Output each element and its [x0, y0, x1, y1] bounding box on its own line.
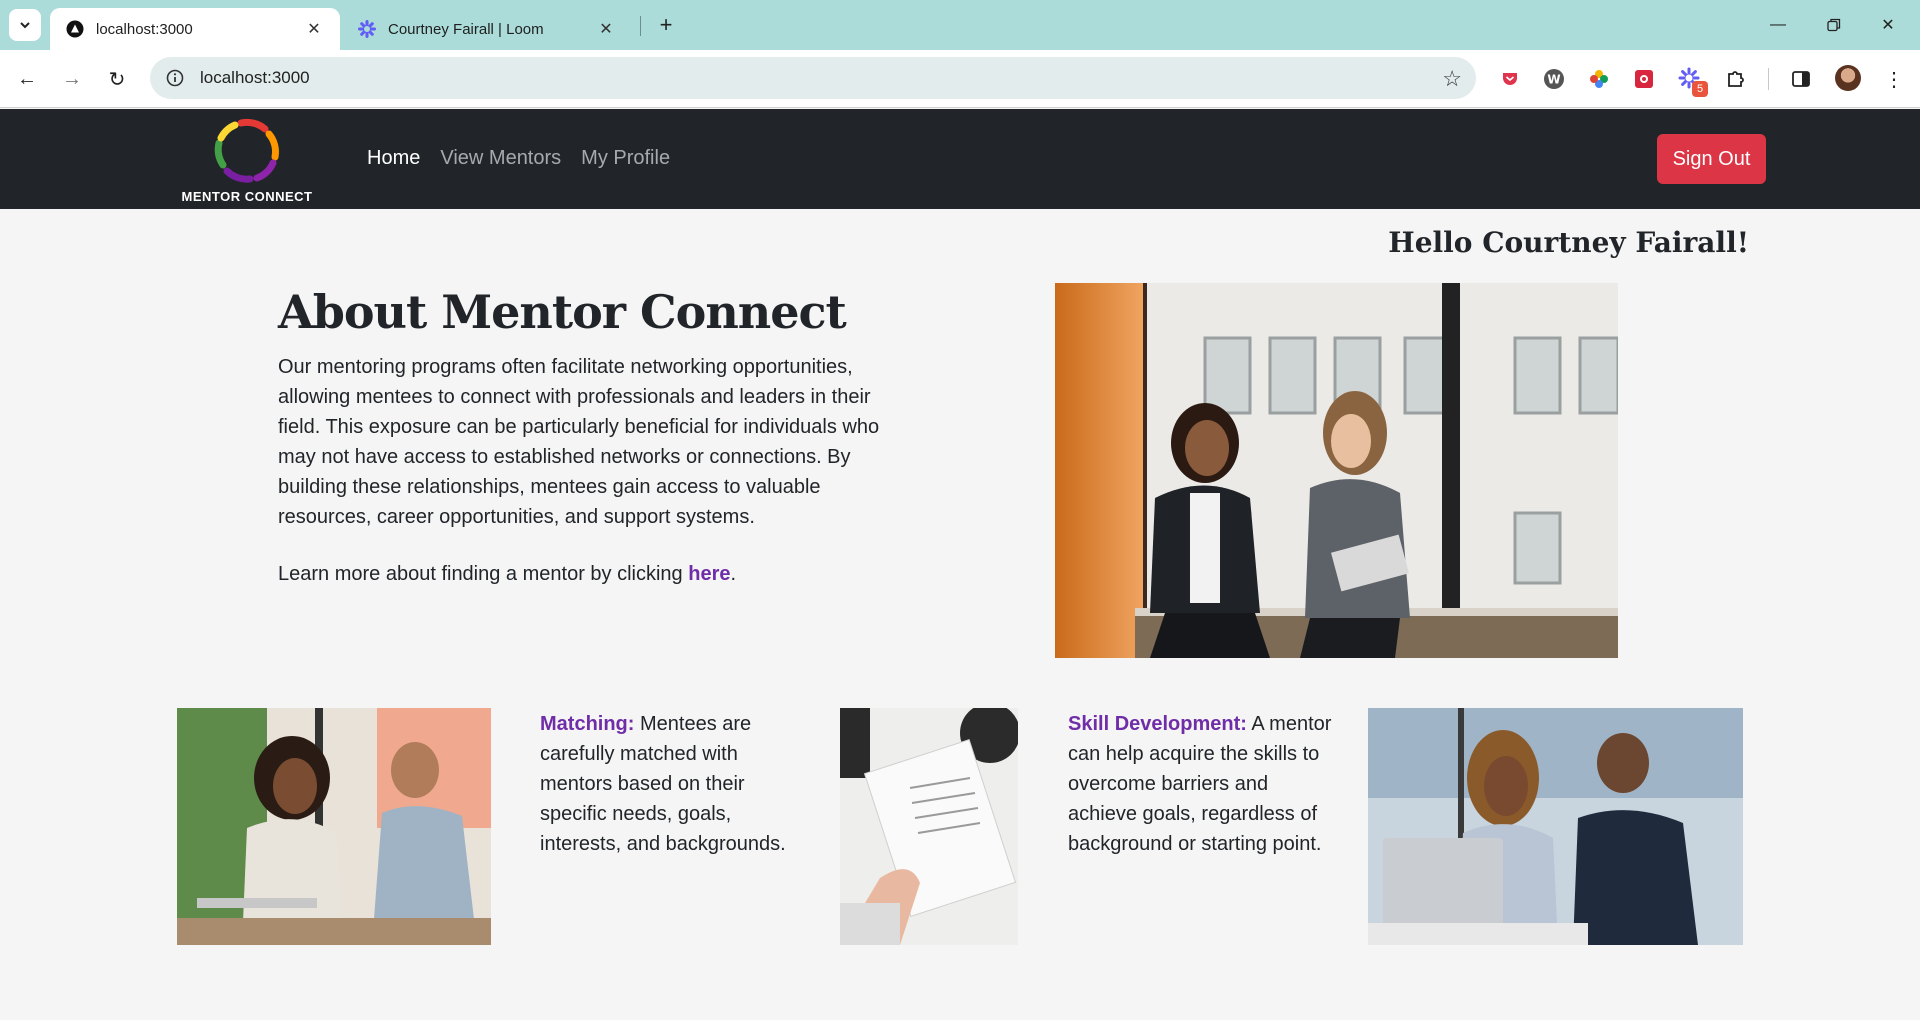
side-panel-icon[interactable] [1787, 65, 1815, 93]
arrow-left-icon: ← [17, 67, 37, 90]
notebook-photo [840, 708, 1018, 945]
sign-out-button[interactable]: Sign Out [1657, 134, 1766, 184]
chevron-down-icon [20, 22, 30, 29]
feature-keyword: Skill Development: [1068, 713, 1247, 735]
nav-link-my-profile[interactable]: My Profile [581, 147, 670, 170]
learn-more-prefix: Learn more about finding a mentor by cli… [278, 563, 689, 585]
feature-keyword: Matching: [540, 713, 635, 735]
url-text[interactable]: localhost:3000 [200, 68, 310, 88]
screenshot-extension-icon[interactable] [1630, 65, 1658, 93]
nextjs-favicon-icon [66, 20, 84, 38]
browser-tabstrip: localhost:3000 ✕ Courtney Fairall | Loom… [0, 0, 1920, 50]
arrow-right-icon: → [62, 67, 82, 90]
feature-matching: Matching: Mentees are carefully matched … [540, 709, 800, 859]
profile-avatar[interactable] [1835, 65, 1861, 91]
close-icon: ✕ [1881, 17, 1895, 34]
wordpress-extension-icon[interactable]: W [1540, 65, 1568, 93]
close-tab-icon[interactable]: ✕ [596, 19, 616, 39]
reload-button[interactable]: ↻ [101, 63, 133, 95]
browser-tab-loom[interactable]: Courtney Fairall | Loom ✕ [342, 8, 632, 50]
about-paragraph: Our mentoring programs often facilitate … [278, 356, 880, 528]
extensions-puzzle-icon[interactable] [1722, 65, 1750, 93]
tab-separator [640, 16, 641, 36]
nav-link-home[interactable]: Home [367, 147, 420, 170]
address-bar[interactable]: localhost:3000 ☆ [150, 57, 1476, 99]
back-button[interactable]: ← [11, 63, 43, 95]
loom-extension-icon[interactable]: 5 [1676, 65, 1708, 97]
close-window-button[interactable]: ✕ [1868, 10, 1908, 40]
restore-icon [1827, 18, 1841, 32]
mentor-connect-logo-icon [214, 118, 279, 183]
loom-favicon-icon [358, 20, 376, 38]
learn-more-link[interactable]: here [688, 563, 730, 585]
meeting-photo [177, 708, 491, 945]
app-navbar: MENTOR CONNECT Home View Mentors My Prof… [0, 109, 1920, 209]
svg-text:W: W [1547, 73, 1560, 87]
tab-title: localhost:3000 [96, 20, 193, 38]
learn-more-text: Learn more about finding a mentor by cli… [278, 563, 736, 586]
restore-button[interactable] [1814, 10, 1854, 40]
bookmark-star-icon[interactable]: ☆ [1442, 66, 1462, 92]
nav-link-view-mentors[interactable]: View Mentors [440, 147, 561, 170]
feature-skill-development: Skill Development: A mentor can help acq… [1068, 709, 1338, 859]
main-nav: Home View Mentors My Profile [367, 147, 670, 170]
laptop-collaboration-photo [1368, 708, 1743, 945]
learn-more-suffix: . [730, 563, 737, 585]
plus-icon: + [659, 12, 673, 37]
toolbar-separator [1768, 68, 1769, 90]
browser-toolbar: ← → ↻ localhost:3000 ☆ W 5 ⋮ [0, 50, 1920, 108]
tab-title: Courtney Fairall | Loom [388, 20, 544, 38]
extension-badge: 5 [1692, 81, 1708, 97]
forward-button[interactable]: → [56, 63, 88, 95]
reload-icon: ↻ [108, 68, 126, 91]
site-info-icon[interactable] [164, 67, 186, 89]
minimize-button[interactable]: — [1758, 10, 1798, 40]
greeting-heading: Hello Courtney Fairall! [1388, 226, 1749, 259]
page-title: About Mentor Connect [278, 285, 847, 339]
browser-tab-localhost[interactable]: localhost:3000 ✕ [50, 8, 340, 50]
hero-photo [1055, 283, 1618, 658]
brand-logo[interactable]: MENTOR CONNECT [172, 117, 322, 207]
new-tab-button[interactable]: + [650, 9, 682, 41]
kebab-menu-icon[interactable]: ⋮ [1880, 65, 1908, 93]
minimize-icon: — [1770, 16, 1786, 33]
close-tab-icon[interactable]: ✕ [304, 19, 324, 39]
brand-name: MENTOR CONNECT [181, 189, 313, 204]
tab-search-button[interactable] [9, 9, 41, 41]
pocket-extension-icon[interactable] [1496, 65, 1524, 93]
flower-extension-icon[interactable] [1585, 65, 1613, 93]
